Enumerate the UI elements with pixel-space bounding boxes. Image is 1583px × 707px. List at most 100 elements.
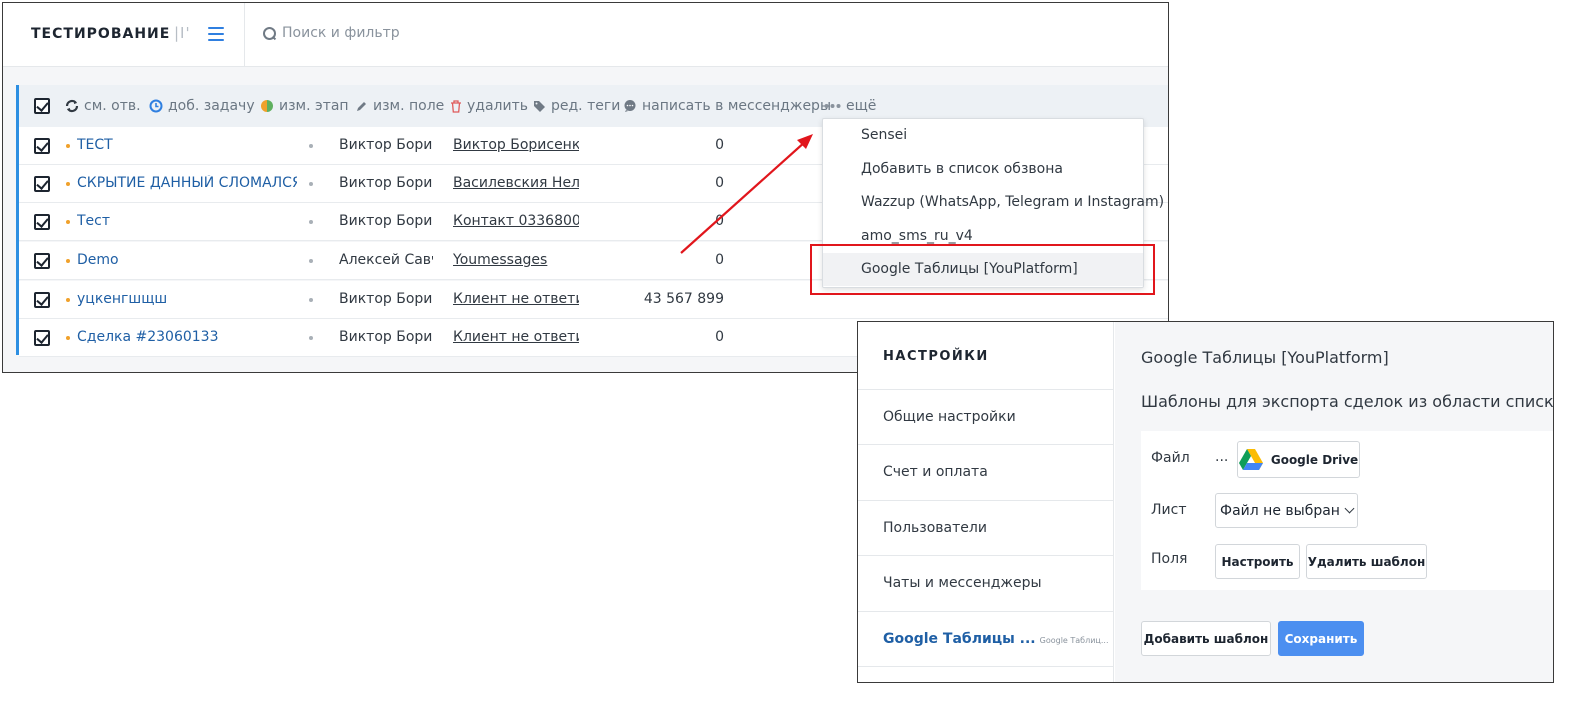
contact-link[interactable]: Виктор Борисенко (453, 137, 579, 153)
budget-value: 0 (715, 213, 724, 229)
deal-status-dot (66, 298, 70, 302)
delete-template-button[interactable]: Удалить шаблон (1306, 544, 1427, 579)
budget-value: 0 (715, 137, 724, 153)
configure-button[interactable]: Настроить (1215, 544, 1300, 579)
edit-tags-label: ред. теги (551, 98, 621, 114)
settings-title: НАСТРОЙКИ (883, 349, 989, 364)
sidebar-item-label: Google Таблицы ... (883, 631, 1036, 647)
file-label: Файл (1151, 450, 1190, 466)
row-checkbox[interactable] (34, 253, 50, 269)
more-actions-button[interactable]: ещё (824, 98, 876, 114)
search-icon (263, 26, 276, 40)
row-checkbox[interactable] (34, 176, 50, 192)
edit-field-button[interactable]: изм. поле (355, 98, 444, 114)
sidebar-item-users[interactable]: Пользователи (858, 500, 1114, 555)
sidebar-item-label: Чаты и мессенджеры (883, 575, 1042, 591)
settings-sidebar: НАСТРОЙКИ Общие настройки Счет и оплата … (858, 322, 1114, 682)
sidebar-item-label: Пользователи (883, 520, 987, 536)
separator-dot (309, 220, 313, 224)
contact-link[interactable]: Василевския Нелли (453, 175, 579, 191)
add-task-label: доб. задачу (168, 98, 255, 114)
sidebar-item-chats[interactable]: Чаты и мессенджеры (858, 555, 1114, 610)
contact-link[interactable]: Youmessages (453, 252, 579, 268)
row-checkbox[interactable] (34, 214, 50, 230)
deal-name-link[interactable]: Тест (77, 213, 297, 229)
change-responsible-button[interactable]: см. отв. (65, 98, 141, 114)
tag-icon (534, 100, 545, 112)
add-task-button[interactable]: доб. задачу (149, 98, 255, 114)
sheet-select-value: Файл не выбран (1220, 502, 1340, 519)
responsible-user: Виктор Борисенко (339, 175, 433, 191)
sidebar-item-sublabel: Google Таблиц... (1039, 636, 1109, 645)
sidebar-item-google-sheets[interactable]: Google Таблицы ... Google Таблиц... (858, 611, 1114, 666)
pipeline-title: ТЕСТИРОВАНИЕ (31, 26, 171, 42)
sidebar-item-billing[interactable]: Счет и оплата (858, 444, 1114, 499)
save-button[interactable]: Сохранить (1278, 621, 1364, 656)
contact-link[interactable]: Клиент не ответил на звонок (453, 291, 579, 307)
contact-link[interactable]: Клиент не ответил на звонок (453, 329, 579, 345)
row-checkbox[interactable] (34, 292, 50, 308)
budget-value: 43 567 899 (643, 291, 724, 307)
row-checkbox[interactable] (34, 138, 50, 154)
deal-name-link[interactable]: СКРЫТИЕ ДАННЫЙ СЛОМАЛСЯ ВИДЖЕТ (77, 175, 297, 191)
google-drive-icon (1238, 449, 1263, 470)
deal-status-dot (66, 220, 70, 224)
budget-value: 0 (715, 329, 724, 345)
kanban-view-icon[interactable]: |I' (174, 24, 191, 42)
widget-settings-panel: НАСТРОЙКИ Общие настройки Счет и оплата … (857, 321, 1554, 683)
delete-button[interactable]: удалить (450, 98, 528, 114)
sidebar-item-label: Общие настройки (883, 409, 1016, 425)
list-view-icon[interactable] (208, 27, 224, 41)
add-template-button[interactable]: Добавить шаблон (1141, 621, 1271, 656)
messengers-label: написать в мессенджеры (642, 98, 831, 114)
deal-status-dot (66, 336, 70, 340)
list-header: ТЕСТИРОВАНИЕ |I' Поиск и фильтр (3, 3, 1168, 67)
search-filter-input[interactable]: Поиск и фильтр (263, 25, 400, 41)
responsible-user: Виктор Борисенко (339, 329, 433, 345)
trash-icon (451, 99, 461, 113)
pencil-icon (357, 101, 366, 111)
change-stage-label: изм. этап (279, 98, 349, 114)
more-dots-icon (824, 104, 841, 108)
deal-name-link[interactable]: Сделка #23060133 (77, 329, 297, 345)
sheet-label: Лист (1151, 502, 1187, 518)
edit-tags-button[interactable]: ред. теги (533, 98, 620, 114)
separator-dot (309, 336, 313, 340)
columns-label: Поля (1151, 551, 1188, 567)
widget-description: Шаблоны для экспорта сделок из области с… (1141, 392, 1554, 411)
file-value: ... (1215, 449, 1229, 465)
chevron-down-icon (1344, 503, 1355, 514)
settings-content: Google Таблицы [YouPlatform] Шаблоны для… (1115, 322, 1554, 682)
menu-item-call-list[interactable]: Добавить в список обзвона (823, 153, 1143, 186)
messengers-button[interactable]: написать в мессенджеры (623, 98, 831, 114)
select-all-checkbox[interactable] (34, 98, 50, 114)
deal-name-link[interactable]: уцкенгшщш (77, 291, 297, 307)
change-responsible-label: см. отв. (84, 98, 141, 114)
chat-bubble-icon (624, 100, 636, 112)
budget-value: 0 (715, 252, 724, 268)
sidebar-item-general[interactable]: Общие настройки (858, 389, 1114, 444)
widget-title: Google Таблицы [YouPlatform] (1141, 348, 1389, 367)
deal-name-link[interactable]: Demo (77, 252, 297, 268)
stage-icon (261, 100, 273, 112)
responsible-user: Виктор Борисенко (339, 291, 433, 307)
budget-value: 0 (715, 175, 724, 191)
menu-item-wazzup[interactable]: Wazzup (WhatsApp, Telegram и Instagram) (823, 186, 1164, 219)
delete-label: удалить (467, 98, 528, 114)
responsible-user: Виктор Борисенко (339, 213, 433, 229)
deal-status-dot (66, 144, 70, 148)
sidebar-item-label: Счет и оплата (883, 464, 988, 480)
sidebar-divider (858, 666, 1114, 682)
contact-link[interactable]: Контакт 0336800640 (453, 213, 579, 229)
edit-field-label: изм. поле (373, 98, 445, 114)
change-stage-button[interactable]: изм. этап (260, 98, 349, 114)
row-checkbox[interactable] (34, 330, 50, 346)
google-drive-label: Google Drive (1270, 452, 1359, 467)
separator-dot (309, 259, 313, 263)
menu-item-sensei[interactable]: Sensei (823, 119, 1143, 152)
deal-name-link[interactable]: ТЕСТ (77, 137, 297, 153)
responsible-user: Алексей Савченко (339, 252, 433, 268)
google-drive-button[interactable]: Google Drive (1237, 441, 1360, 478)
header-divider (244, 3, 245, 67)
sheet-select[interactable]: Файл не выбран (1215, 493, 1358, 528)
